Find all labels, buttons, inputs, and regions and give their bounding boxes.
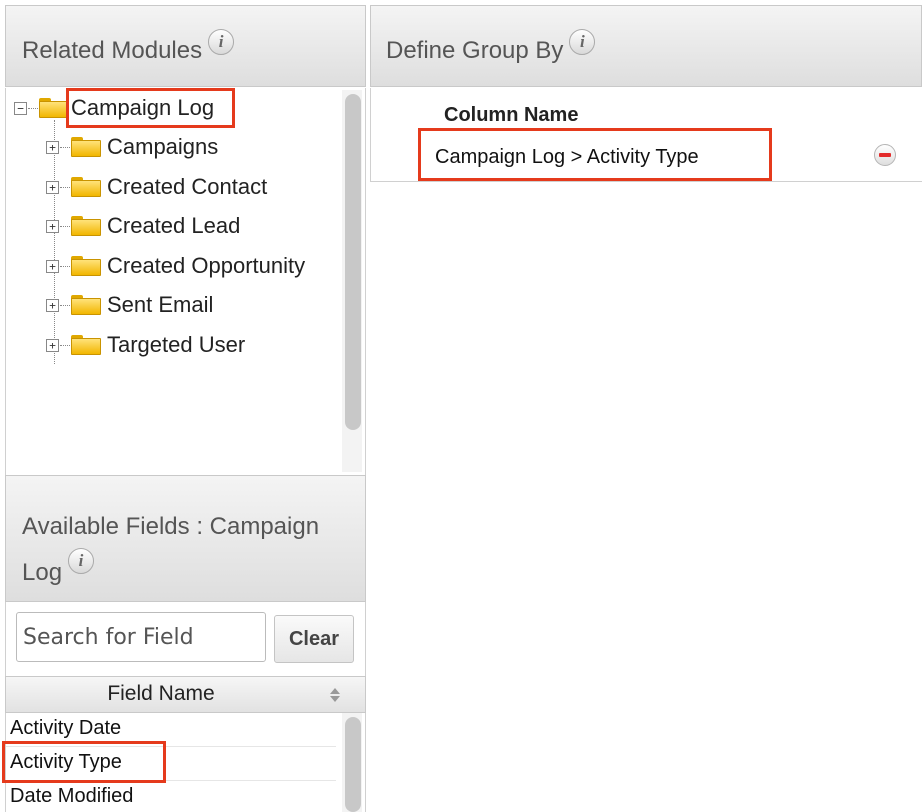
fields-scrollbar-thumb[interactable]	[345, 717, 361, 812]
expand-icon[interactable]: +	[46, 140, 59, 154]
tree-item-label: Targeted User	[107, 332, 246, 357]
sort-arrows-icon[interactable]	[329, 687, 341, 703]
tree-scrollbar-thumb[interactable]	[345, 94, 361, 430]
expand-icon[interactable]: +	[46, 259, 59, 273]
folder-icon	[71, 216, 101, 236]
field-name-column-header[interactable]: Field Name	[5, 676, 366, 713]
tree-item-created-opportunity[interactable]: + Created Opportunity	[46, 249, 305, 283]
tree-item-created-contact[interactable]: + Created Contact	[46, 170, 267, 204]
field-search-bar: Clear	[5, 602, 366, 676]
highlight-box	[418, 128, 772, 181]
tree-dots	[60, 265, 70, 267]
folder-icon	[71, 177, 101, 197]
related-modules-tree: − Campaign Log + Campaigns + Created Con…	[5, 88, 366, 475]
tree-dots	[60, 344, 70, 346]
info-icon[interactable]: i	[208, 29, 235, 55]
tree-dots	[60, 304, 70, 306]
tree-item-targeted-user[interactable]: + Targeted User	[46, 328, 245, 362]
available-fields-title-cont: Log	[22, 559, 63, 586]
define-group-by-title: Define Group By	[386, 37, 564, 64]
highlight-box	[66, 88, 235, 128]
field-label: Date Modified	[10, 785, 134, 807]
expand-icon[interactable]: +	[46, 338, 59, 352]
field-row-date-modified[interactable]: Date Modified	[6, 781, 336, 812]
column-name-header: Column Name	[444, 104, 579, 126]
remove-icon[interactable]	[874, 144, 896, 166]
tree-item-sent-email[interactable]: + Sent Email	[46, 288, 213, 322]
tree-item-label: Created Contact	[107, 174, 268, 199]
highlight-box	[2, 741, 166, 783]
available-fields-header: Available Fields : Campaign Log i	[5, 475, 366, 602]
folder-icon	[71, 137, 101, 157]
folder-icon	[71, 256, 101, 276]
folder-icon	[71, 335, 101, 355]
expand-icon[interactable]: +	[46, 219, 59, 233]
tree-dots	[60, 186, 70, 188]
open-folder-icon	[39, 98, 69, 118]
tree-item-campaigns[interactable]: + Campaigns	[46, 130, 218, 164]
tree-dots	[28, 107, 38, 109]
field-name-label: Field Name	[107, 682, 215, 705]
collapse-icon[interactable]: −	[14, 101, 27, 115]
tree-item-created-lead[interactable]: + Created Lead	[46, 209, 240, 243]
info-icon[interactable]: i	[569, 29, 596, 55]
define-group-by-header: Define Group By i	[370, 5, 922, 87]
info-icon[interactable]: i	[68, 548, 95, 574]
folder-icon	[71, 295, 101, 315]
tree-dots	[60, 146, 70, 148]
tree-item-label: Created Opportunity	[107, 253, 306, 278]
expand-icon[interactable]: +	[46, 180, 59, 194]
tree-item-label: Campaigns	[107, 134, 219, 159]
clear-button[interactable]: Clear	[274, 615, 354, 663]
available-fields-title: Available Fields : Campaign	[22, 513, 320, 540]
tree-item-label: Created Lead	[107, 213, 241, 238]
related-modules-header: Related Modules i	[5, 5, 366, 87]
related-modules-title: Related Modules	[22, 37, 203, 64]
search-field-input[interactable]	[16, 612, 266, 662]
field-label: Activity Date	[10, 717, 122, 739]
tree-item-label: Sent Email	[107, 292, 214, 317]
tree-dots	[60, 225, 70, 227]
expand-icon[interactable]: +	[46, 298, 59, 312]
